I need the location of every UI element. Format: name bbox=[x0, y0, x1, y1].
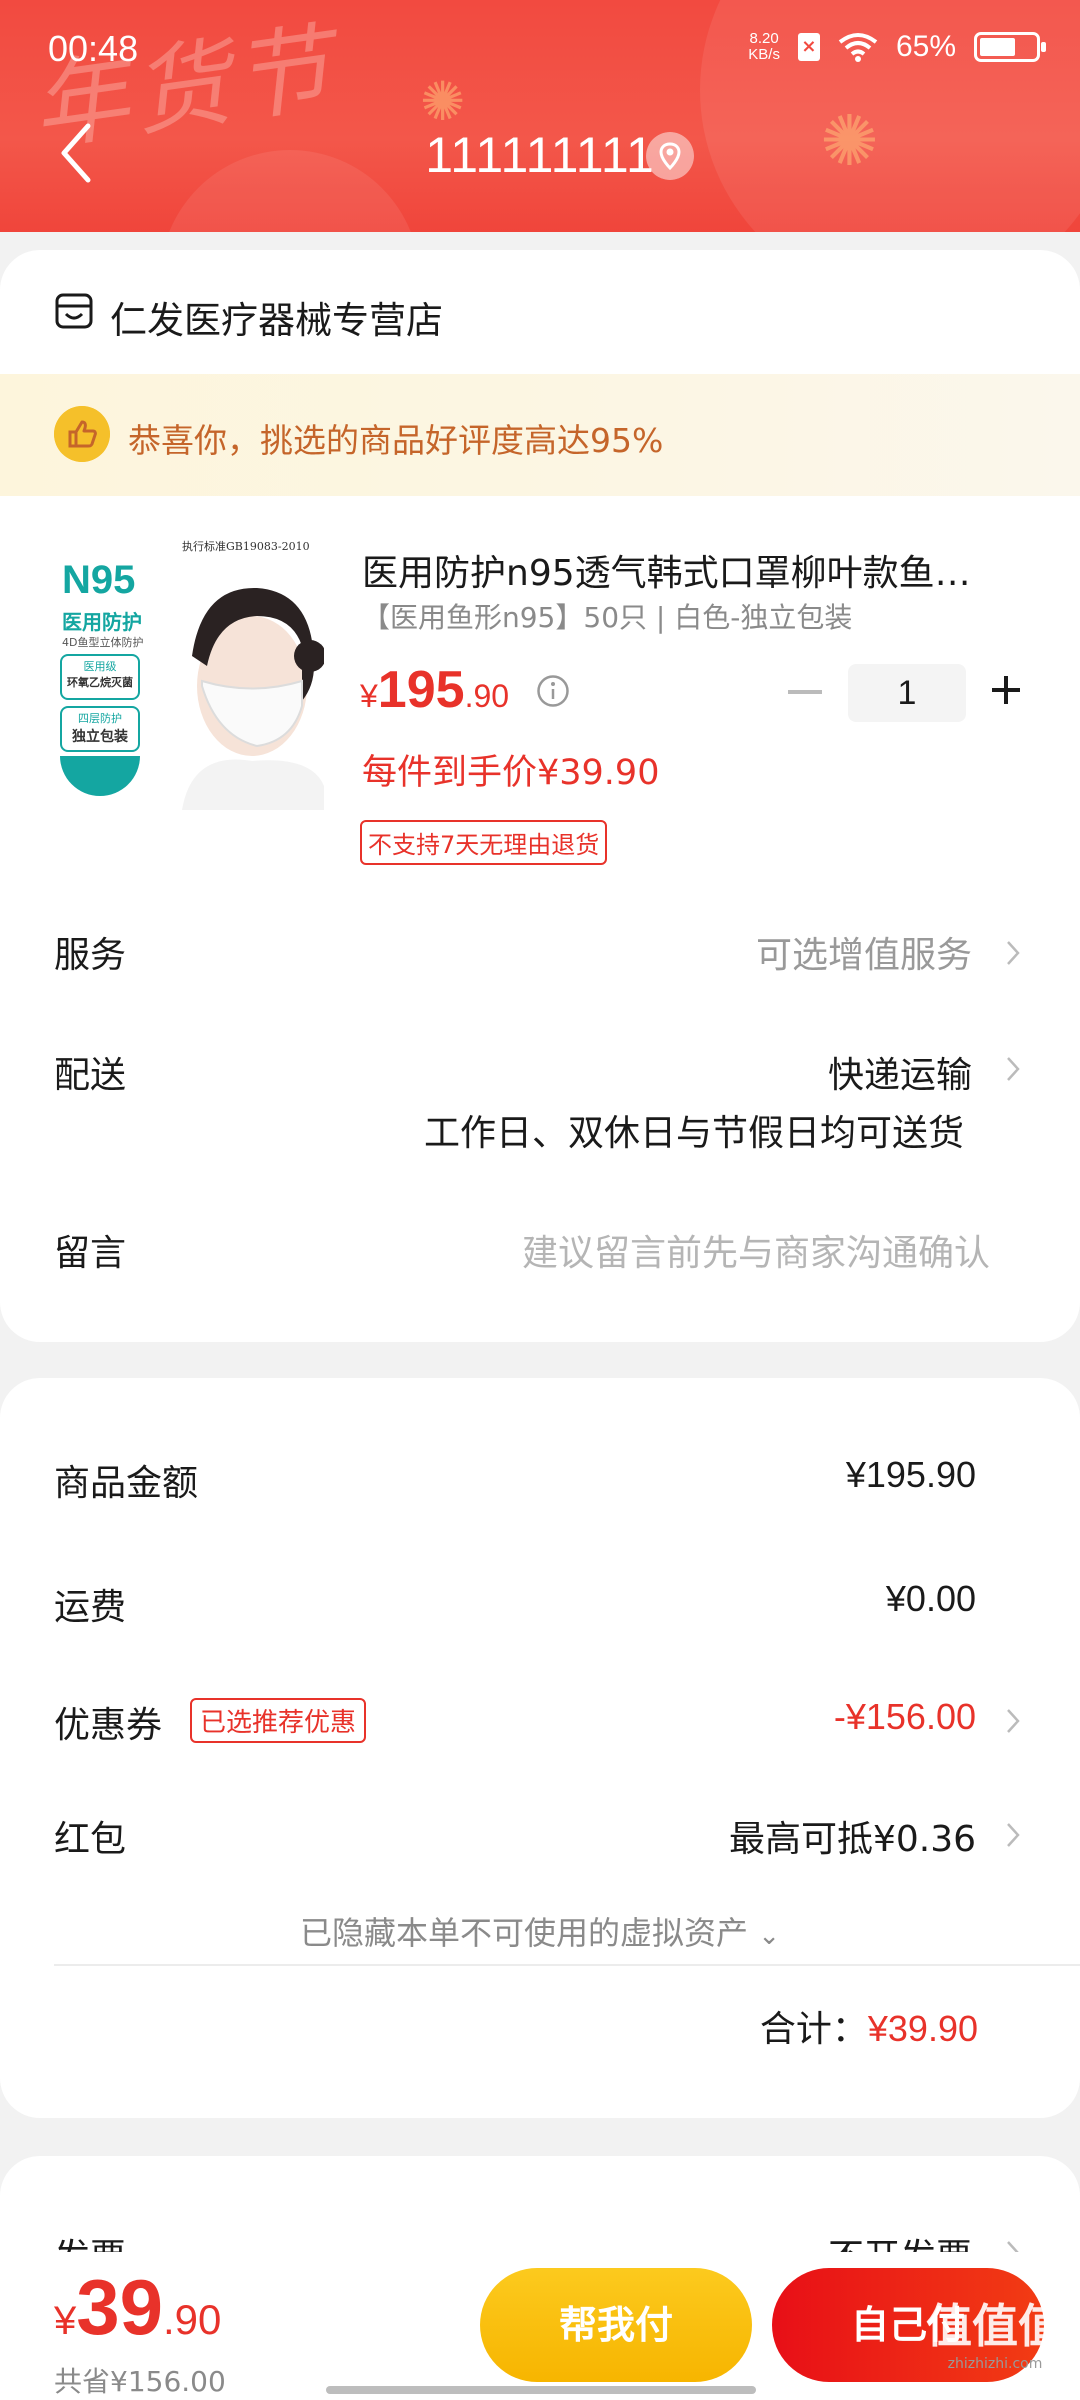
shipping-fee-label: 运费 bbox=[54, 1587, 127, 1628]
watermark-url: zhizhizhi.com bbox=[947, 2356, 1043, 2372]
product-badge-packaging: 四层防护 独立包装 bbox=[60, 706, 140, 752]
delivery-schedule: 工作日、双休日与节假日均可送货 bbox=[423, 1113, 964, 1154]
service-label: 服务 bbox=[54, 935, 127, 976]
price-decimal: .90 bbox=[464, 678, 510, 714]
divider bbox=[54, 1964, 1080, 1966]
price-symbol: ¥ bbox=[360, 678, 378, 714]
home-indicator[interactable] bbox=[326, 2386, 756, 2394]
network-speed: 8.20 KB/s bbox=[748, 31, 780, 63]
badge-text: 环氧乙烷灭菌 bbox=[67, 676, 133, 689]
hidden-assets-text: 已隐藏本单不可使用的虚拟资产 bbox=[300, 1914, 749, 1952]
promo-text: 恭喜你，挑选的商品好评度高达95% bbox=[128, 421, 664, 460]
product-standard-text: 执行标准GB19083-2010 bbox=[182, 540, 310, 553]
status-icons: 8.20 KB/s × 65% bbox=[748, 30, 1046, 64]
coupon-label: 优惠券 bbox=[54, 1705, 163, 1746]
price-integer: 195 bbox=[377, 661, 465, 719]
checkout-bar: ¥39.90 共省¥156.00 帮我付 自己付 bbox=[0, 2252, 1080, 2400]
shop-icon bbox=[55, 293, 93, 329]
service-value[interactable]: 可选增值服务 bbox=[756, 926, 972, 978]
network-speed-value: 8.20 bbox=[749, 30, 779, 47]
shipping-fee-value: ¥0.00 bbox=[885, 1578, 976, 1619]
product-tagline-text: 4D鱼型立体防护 bbox=[62, 636, 144, 649]
price-summary-card: 商品金额 ¥195.90 运费 ¥0.00 优惠券 已选推荐优惠 -¥156.0… bbox=[0, 1378, 1080, 2118]
battery-percent: 65% bbox=[895, 30, 956, 63]
checkout-total: ¥39.90 bbox=[54, 2262, 221, 2353]
red-packet-value[interactable]: 最高可抵¥0.36 bbox=[729, 1810, 976, 1862]
wifi-icon bbox=[838, 33, 878, 62]
product-subtitle-text: 医用防护 bbox=[62, 610, 142, 634]
shop-row[interactable]: 仁发医疗器械专营店 bbox=[0, 250, 1080, 374]
unit-price: 每件到手价¥39.90 bbox=[362, 753, 660, 793]
red-packet-label: 红包 bbox=[54, 1819, 127, 1860]
total-row: 合计：¥39.90 bbox=[760, 2000, 978, 2052]
message-input[interactable]: 建议留言前先与商家沟通确认 bbox=[522, 1224, 990, 1276]
coupon-recommended-tag: 已选推荐优惠 bbox=[190, 1698, 367, 1743]
product-title[interactable]: 医用防护n95透气韩式口罩柳叶款鱼… bbox=[362, 544, 1032, 596]
status-bar: 00:48 8.20 KB/s × 65% bbox=[0, 0, 1080, 100]
battery-icon bbox=[974, 32, 1046, 62]
chevron-right-icon[interactable] bbox=[1006, 940, 1020, 966]
total-label: 合计： bbox=[759, 2009, 868, 2050]
chevron-right-icon[interactable] bbox=[1006, 1822, 1020, 1848]
sim-icon: × bbox=[797, 33, 820, 61]
goods-amount-label: 商品金额 bbox=[54, 1463, 199, 1504]
status-time: 00:48 bbox=[48, 28, 139, 69]
chevron-down-icon: ⌄ bbox=[758, 1921, 780, 1951]
help-me-pay-button[interactable]: 帮我付 bbox=[480, 2268, 752, 2382]
delivery-value[interactable]: 快递运输 bbox=[828, 1046, 972, 1098]
delivery-label: 配送 bbox=[54, 1055, 127, 1096]
order-item-card: 仁发医疗器械专营店 恭喜你，挑选的商品好评度高达95% 执行标准GB19083-… bbox=[0, 250, 1080, 1342]
badge-text: 独立包装 bbox=[72, 729, 128, 745]
total-value: ¥39.90 bbox=[867, 2008, 978, 2049]
page-title: 111111111 bbox=[425, 127, 655, 183]
promo-banner: 恭喜你，挑选的商品好评度高达95% bbox=[0, 374, 1080, 496]
info-icon[interactable] bbox=[536, 674, 570, 708]
total-saved: 共省¥156.00 bbox=[54, 2365, 226, 2398]
no-return-badge: 不支持7天无理由退货 bbox=[360, 820, 608, 865]
product-spec[interactable]: 【医用鱼形n95】50只 | 白色-独立包装 bbox=[362, 596, 852, 636]
quantity-decrease-button[interactable] bbox=[788, 690, 822, 694]
product-price: ¥195.90 bbox=[360, 660, 509, 720]
quantity-increase-button[interactable] bbox=[988, 672, 1024, 708]
chevron-right-icon[interactable] bbox=[1006, 1708, 1020, 1734]
location-pin-icon[interactable] bbox=[646, 132, 694, 180]
coupon-value[interactable]: -¥156.00 bbox=[834, 1696, 976, 1738]
product-brand-text: N95 bbox=[62, 558, 136, 602]
checkout-price-integer: 39 bbox=[76, 2263, 164, 2351]
product-image[interactable]: 执行标准GB19083-2010 N95 医用防护 4D鱼型立体防护 医用级 环… bbox=[52, 536, 324, 810]
goods-amount-value: ¥195.90 bbox=[845, 1454, 976, 1495]
battery-fill bbox=[980, 38, 1016, 56]
checkout-price-symbol: ¥ bbox=[54, 2299, 77, 2343]
chevron-right-icon[interactable] bbox=[1006, 1056, 1020, 1082]
badge-text: 医用级 bbox=[83, 660, 117, 673]
checkout-price-decimal: .90 bbox=[163, 2296, 222, 2343]
hidden-assets-toggle[interactable]: 已隐藏本单不可使用的虚拟资产 ⌄ bbox=[0, 1908, 1080, 1954]
thumbs-up-icon bbox=[54, 406, 110, 462]
header: 年货节 ✺ ✺ 00:48 8.20 KB/s × 65% 111111111 bbox=[0, 0, 1080, 232]
badge-text: 四层防护 bbox=[78, 712, 122, 725]
network-speed-unit: KB/s bbox=[748, 46, 780, 63]
watermark-text: 值值值 bbox=[926, 2299, 1064, 2353]
shop-name[interactable]: 仁发医疗器械专营店 bbox=[110, 290, 443, 344]
product-badge-sterilized: 医用级 环氧乙烷灭菌 bbox=[60, 654, 140, 700]
message-label: 留言 bbox=[54, 1233, 127, 1274]
watermark: 值值值 zhizhizhi.com bbox=[926, 2290, 1064, 2372]
quantity-input[interactable]: 1 bbox=[848, 664, 966, 722]
